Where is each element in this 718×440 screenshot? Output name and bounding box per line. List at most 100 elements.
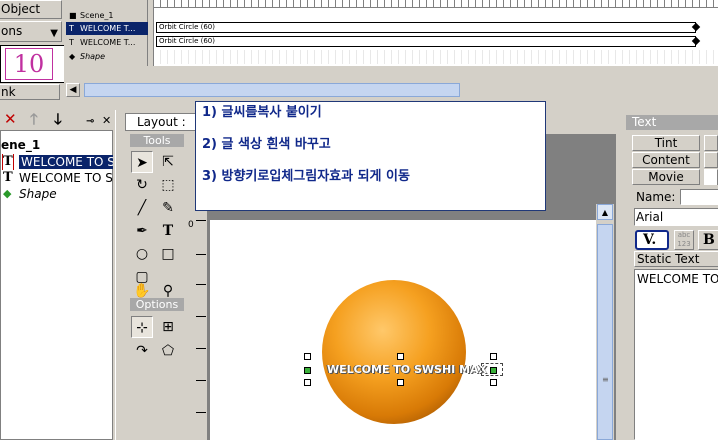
move-down-icon[interactable]: 🡓 [54,111,62,127]
pin-icon[interactable]: ⊸ [86,114,94,130]
timeline-scrollbar[interactable]: ◀ [64,82,718,98]
pencil-tool-icon[interactable]: ✎ [157,197,179,219]
text-icon: T [3,170,13,185]
tab-layout[interactable]: Layout : S [125,113,197,146]
resize-handle[interactable] [397,353,404,360]
resize-handle[interactable] [304,353,311,360]
tab-movie[interactable]: Movie [632,169,700,185]
font-value: Arial [636,210,664,224]
timeline-ruler[interactable] [154,0,718,8]
chevron-down-icon: ▼ [50,28,58,39]
orange-sphere-shape[interactable] [322,280,466,424]
object-tree: ene_1 T WELCOME TO S T WELCOME TO S ◆ Sh… [0,130,113,440]
scroll-left-icon[interactable]: ◀ [66,83,80,97]
scroll-thumb[interactable] [84,83,460,97]
tween-bar[interactable]: Orbit Circle (60) [156,22,701,33]
text-type-dropdown[interactable]: Static Text [634,251,718,267]
snap-option-icon[interactable]: ⊹ [131,316,153,338]
name-label: Name: [636,190,676,204]
rotate-tool-icon[interactable]: ↻ [131,174,153,196]
scene-icon: ■ [69,11,77,20]
rotation-handle[interactable] [304,367,311,374]
resize-handle[interactable] [490,353,497,360]
instruction-box: 1) 글씨를복사 붙이기 2) 글 색상 흰색 바꾸고 3) 방향키로입체그림자… [195,101,546,211]
timeline-layer-welcome-2[interactable]: T WELCOME T... [66,36,148,49]
frame-number-box: 10 [0,45,70,83]
vertical-text-button[interactable]: V. [635,230,669,250]
scroll-up-icon[interactable]: ▲ [597,204,613,220]
bold-button[interactable]: B [698,230,718,250]
subselect-tool-icon[interactable]: ⇱ [157,151,179,173]
frame-number: 10 [5,48,53,80]
rotation-handle[interactable] [490,367,497,374]
object-button[interactable]: Object [0,0,62,19]
ruler-label: 0 [188,220,194,230]
tree-item-label: Shape [19,187,57,201]
timeline-frames[interactable]: Orbit Circle (60) Orbit Circle (60) [153,0,718,66]
keyframe-icon [691,36,701,46]
abc-123-button[interactable]: abc 123 [674,230,694,250]
options-label: ons [1,24,23,38]
text-tool-icon[interactable]: T [157,220,179,242]
timeline-panel: ■ Scene_1 T WELCOME T... T WELCOME T... … [64,0,718,100]
text-icon: T [2,154,14,170]
timeline-layer-shape[interactable]: ◆ Shape [66,50,148,63]
tree-scene[interactable]: ene_1 [1,137,113,153]
tween-label: Orbit Circle (60) [159,37,215,45]
resize-handle[interactable] [490,379,497,386]
curve-option-icon[interactable]: ↷ [131,340,153,362]
align-option-icon[interactable]: ⊞ [157,316,179,338]
ellipse-tool-icon[interactable]: ○ [131,243,153,265]
arrow-tool-icon[interactable]: ➤ [131,151,153,173]
timeline-layer-list: ■ Scene_1 T WELCOME T... T WELCOME T... … [64,0,148,66]
tree-item-shape[interactable]: ◆ Shape [1,186,113,202]
options-header: Options [130,298,184,311]
rectangle-tool-icon[interactable]: □ [157,243,179,265]
resize-handle[interactable] [304,379,311,386]
delete-icon[interactable]: ✕ [4,111,17,127]
link-button[interactable]: nk [0,84,60,100]
timeline-layer-label: WELCOME T... [80,24,136,33]
timeline-layer-welcome-1[interactable]: T WELCOME T... [66,22,148,35]
shape-icon: ◆ [69,52,76,61]
object-panel-toolbar: ✕ 🡑 🡓 ⊸ ✕ [0,110,115,130]
line-tool-icon[interactable]: ╱ [131,197,153,219]
tree-item-label: WELCOME TO S [18,154,113,170]
stage[interactable]: WELCOME TO SWSHI MAX [210,220,596,440]
tools-header: Tools [130,134,184,147]
name-field[interactable] [680,189,718,205]
canvas-vertical-scrollbar[interactable]: ▲ ≡ [596,204,614,440]
transform-tool-icon[interactable]: ⬚ [157,174,179,196]
tab-content[interactable]: Content [632,152,700,168]
keyframe-icon [691,22,701,32]
options-dropdown[interactable]: ons ▼ [0,21,62,42]
tab-more[interactable] [704,152,718,168]
tree-item-welcome-1[interactable]: T WELCOME TO S [1,154,113,170]
grip-icon: ≡ [602,375,609,384]
text-icon: T [69,38,74,47]
timeline-layer-label: WELCOME T... [80,38,136,47]
resize-handle[interactable] [397,379,404,386]
instruction-step-1: 1) 글씨를복사 붙이기 [202,105,322,120]
welcome-text-object[interactable]: WELCOME TO SWSHI MAX [314,362,500,378]
tab-more[interactable] [704,135,718,151]
tween-bar[interactable]: Orbit Circle (60) [156,36,701,47]
scroll-thumb[interactable]: ≡ [597,224,613,440]
distort-option-icon[interactable]: ⬠ [157,340,179,362]
tree-item-welcome-2[interactable]: T WELCOME TO S [1,170,113,186]
shape-icon: ◆ [3,187,12,200]
panel-splitter[interactable] [115,110,123,440]
timeline-layer-label: Shape [80,52,106,61]
tween-label: Orbit Circle (60) [159,23,215,31]
text-content-field[interactable]: WELCOME TO [634,269,718,440]
object-panel: ✕ 🡑 🡓 ⊸ ✕ ene_1 T WELCOME TO S T WELCOME… [0,110,115,440]
close-icon[interactable]: ✕ [102,113,111,129]
tools-palette: Tools ➤ ⇱ ↻ ⬚ ╱ ✎ ✒ T ○ □ ▢ ✋ ⚲ Options … [128,134,185,440]
pen-tool-icon[interactable]: ✒ [131,220,153,242]
move-up-icon[interactable]: 🡑 [30,111,38,127]
text-properties-panel: Text Tint Content Movie Name: Arial V. a… [626,113,718,440]
timeline-layer-scene[interactable]: ■ Scene_1 [66,9,148,22]
tab-text[interactable] [704,169,718,185]
tab-tint[interactable]: Tint [632,135,700,151]
timeline-empty-row [154,50,718,64]
